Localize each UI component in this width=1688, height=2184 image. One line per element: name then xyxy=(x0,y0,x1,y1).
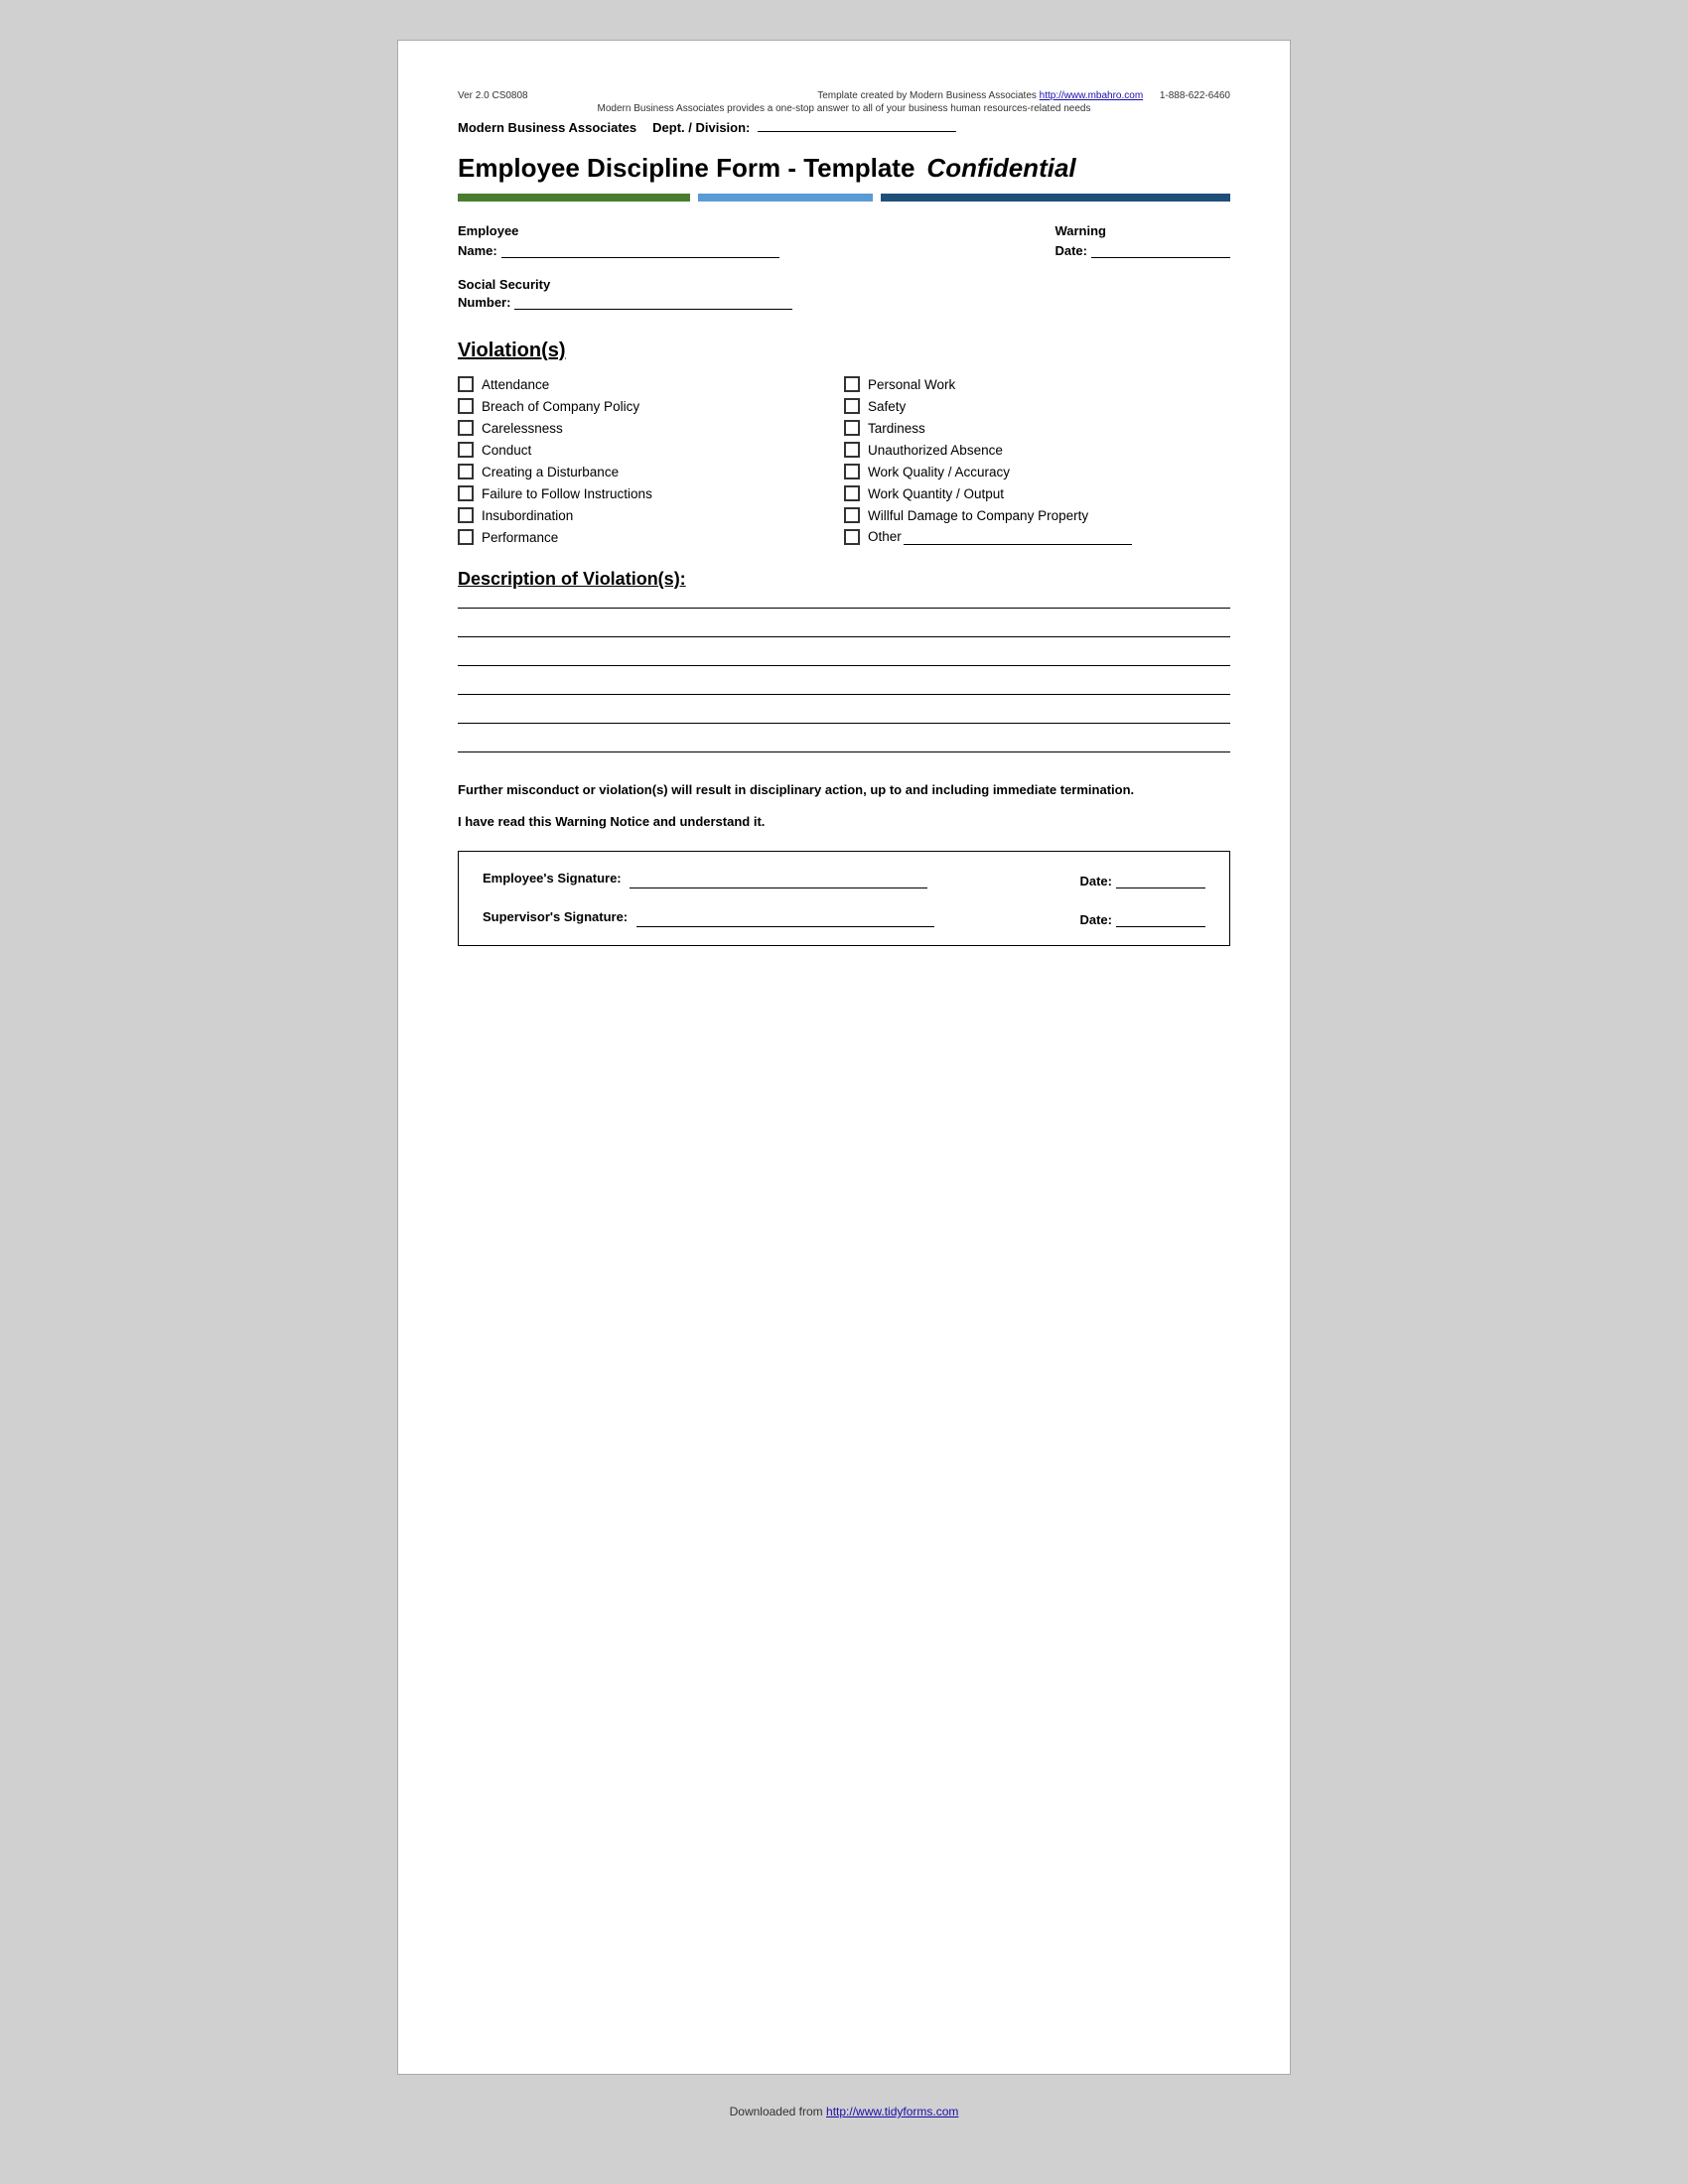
desc-line-4[interactable] xyxy=(458,694,1230,695)
checkbox-work-quality: Work Quality / Accuracy xyxy=(844,464,1230,479)
employee-sig-date-group: Date: xyxy=(1079,873,1205,888)
employee-name-field-row: Name: xyxy=(458,242,779,258)
other-input[interactable] xyxy=(904,529,1132,545)
checkbox-work-quantity-box[interactable] xyxy=(844,485,860,501)
checkbox-safety-box[interactable] xyxy=(844,398,860,414)
employee-sig-label: Employee's Signature: xyxy=(483,871,622,886)
supervisor-sig-input[interactable] xyxy=(636,908,934,927)
supervisor-sig-group: Supervisor's Signature: xyxy=(483,908,934,927)
desc-line-2[interactable] xyxy=(458,636,1230,637)
supervisor-sig-label: Supervisor's Signature: xyxy=(483,909,628,924)
employee-sig-group: Employee's Signature: xyxy=(483,870,927,888)
checkbox-attendance-box[interactable] xyxy=(458,376,474,392)
employee-sig-input[interactable] xyxy=(630,870,927,888)
violations-left-col: Attendance Breach of Company Policy Care… xyxy=(458,376,844,545)
checkbox-willful-damage-box[interactable] xyxy=(844,507,860,523)
checkbox-tardiness-box[interactable] xyxy=(844,420,860,436)
warning-text: Further misconduct or violation(s) will … xyxy=(458,780,1230,800)
employee-date-input[interactable] xyxy=(1116,873,1205,888)
checkbox-disturbance-box[interactable] xyxy=(458,464,474,479)
ssn-group: Social Security Number: xyxy=(458,276,1230,310)
template-credit: Template created by Modern Business Asso… xyxy=(817,90,1230,101)
description-title: Description of Violation(s): xyxy=(458,569,1230,590)
supervisor-date-input[interactable] xyxy=(1116,911,1205,927)
checkbox-other-box[interactable] xyxy=(844,529,860,545)
employee-name-input[interactable] xyxy=(501,242,779,258)
warning-date-input[interactable] xyxy=(1091,242,1230,258)
footer-link[interactable]: http://www.tidyforms.com xyxy=(826,2105,958,2118)
version-text: Ver 2.0 CS0808 xyxy=(458,90,528,101)
desc-line-3[interactable] xyxy=(458,665,1230,666)
checkbox-conduct: Conduct xyxy=(458,442,844,458)
employee-name-group: Employee Name: xyxy=(458,223,779,258)
desc-line-5[interactable] xyxy=(458,723,1230,724)
ssn-input[interactable] xyxy=(514,294,792,310)
checkbox-unauthorized-absence-box[interactable] xyxy=(844,442,860,458)
header-meta: Ver 2.0 CS0808 Template created by Moder… xyxy=(458,90,1230,101)
description-section: Description of Violation(s): xyxy=(458,569,1230,752)
checkbox-attendance: Attendance xyxy=(458,376,844,392)
checkbox-insubordination-box[interactable] xyxy=(458,507,474,523)
checkbox-insubordination: Insubordination xyxy=(458,507,844,523)
checkbox-breach: Breach of Company Policy xyxy=(458,398,844,414)
checkbox-carelessness: Carelessness xyxy=(458,420,844,436)
bar-blue-dark xyxy=(881,194,1230,202)
website-link[interactable]: http://www.mbahro.com xyxy=(1040,90,1143,101)
main-title: Employee Discipline Form - Template xyxy=(458,153,914,184)
checkbox-unauthorized-absence: Unauthorized Absence xyxy=(844,442,1230,458)
violations-section: Violation(s) Attendance Breach of Compan… xyxy=(458,340,1230,545)
bar-green xyxy=(458,194,690,202)
employee-sig-row: Employee's Signature: Date: xyxy=(483,870,1205,888)
checkbox-other: Other xyxy=(844,529,1230,545)
checkbox-personal-work-box[interactable] xyxy=(844,376,860,392)
color-bar xyxy=(458,194,1230,202)
confidential-label: Confidential xyxy=(926,153,1075,184)
dept-label: Dept. / Division: xyxy=(652,120,956,135)
checkbox-failure: Failure to Follow Instructions xyxy=(458,485,844,501)
document-page: Ver 2.0 CS0808 Template created by Moder… xyxy=(397,40,1291,2075)
checkbox-work-quantity: Work Quantity / Output xyxy=(844,485,1230,501)
employee-label: Employee xyxy=(458,223,779,238)
checkbox-personal-work: Personal Work xyxy=(844,376,1230,392)
supervisor-sig-row: Supervisor's Signature: Date: xyxy=(483,908,1205,927)
checkbox-performance-box[interactable] xyxy=(458,529,474,545)
header-company-row: Modern Business Associates Dept. / Divis… xyxy=(458,120,1230,135)
ssn-field-row: Number: xyxy=(458,294,1230,310)
desc-line-1[interactable] xyxy=(458,608,1230,609)
violations-right-col: Personal Work Safety Tardiness Unauthori… xyxy=(844,376,1230,545)
warning-label: Warning xyxy=(1055,223,1230,238)
violations-grid: Attendance Breach of Company Policy Care… xyxy=(458,376,1230,545)
company-name: Modern Business Associates xyxy=(458,120,636,135)
checkbox-tardiness: Tardiness xyxy=(844,420,1230,436)
ssn-label: Social Security xyxy=(458,277,550,292)
checkbox-safety: Safety xyxy=(844,398,1230,414)
top-fields-row: Employee Name: Warning Date: xyxy=(458,223,1230,258)
checkbox-conduct-box[interactable] xyxy=(458,442,474,458)
supervisor-sig-date-group: Date: xyxy=(1079,911,1205,927)
footer: Downloaded from http://www.tidyforms.com xyxy=(730,2105,959,2118)
checkbox-carelessness-box[interactable] xyxy=(458,420,474,436)
bar-blue-light xyxy=(698,194,873,202)
checkbox-willful-damage: Willful Damage to Company Property xyxy=(844,507,1230,523)
title-row: Employee Discipline Form - Template Conf… xyxy=(458,153,1230,184)
checkbox-disturbance: Creating a Disturbance xyxy=(458,464,844,479)
desc-line-6[interactable] xyxy=(458,751,1230,752)
header-subtitle: Modern Business Associates provides a on… xyxy=(458,103,1230,114)
violations-title: Violation(s) xyxy=(458,340,1230,362)
warning-date-field-row: Date: xyxy=(1055,242,1230,258)
checkbox-failure-box[interactable] xyxy=(458,485,474,501)
read-notice-text: I have read this Warning Notice and unde… xyxy=(458,814,1230,829)
signature-box: Employee's Signature: Date: Supervisor's… xyxy=(458,851,1230,946)
dept-underline-field[interactable] xyxy=(758,131,956,132)
warning-date-group: Warning Date: xyxy=(1055,223,1230,258)
checkbox-work-quality-box[interactable] xyxy=(844,464,860,479)
checkbox-performance: Performance xyxy=(458,529,844,545)
checkbox-breach-box[interactable] xyxy=(458,398,474,414)
